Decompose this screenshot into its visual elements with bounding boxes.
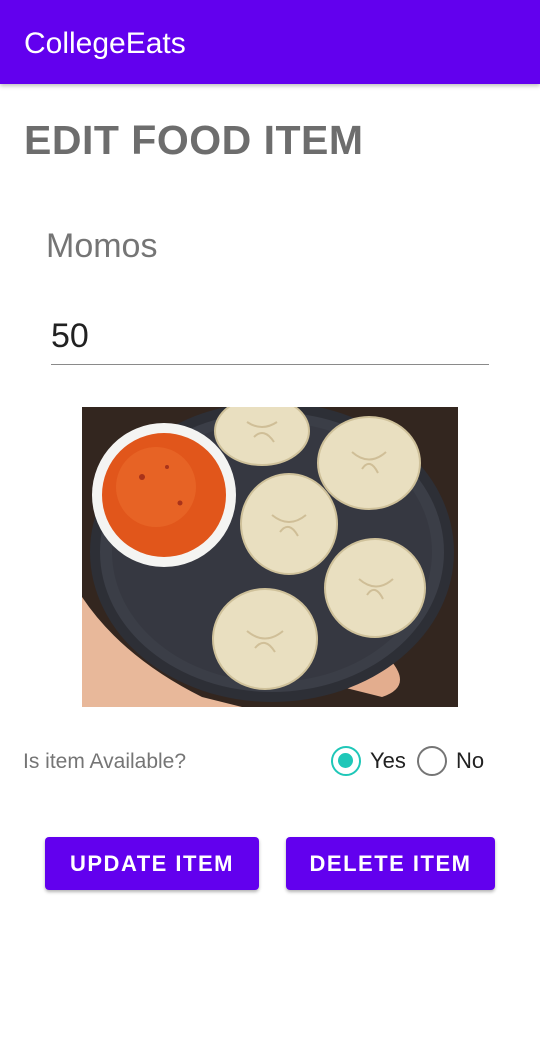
radio-yes-label: Yes bbox=[370, 748, 406, 773]
app-bar: CollegeEats bbox=[0, 0, 540, 84]
delete-item-button[interactable]: DELETE ITEM bbox=[286, 837, 495, 890]
radio-no-label: No bbox=[456, 748, 485, 773]
radio-yes[interactable]: Yes bbox=[331, 746, 406, 776]
radio-checked-icon[interactable] bbox=[331, 746, 361, 776]
radio-unchecked-icon[interactable] bbox=[417, 746, 447, 776]
food-image[interactable] bbox=[82, 407, 458, 707]
update-item-button[interactable]: UPDATE ITEM bbox=[45, 837, 259, 890]
availability-label: Is item Available? bbox=[23, 750, 187, 773]
item-name-field[interactable]: Momos bbox=[46, 226, 157, 266]
page-title: EDIT FOOD ITEM bbox=[24, 117, 364, 163]
app-title: CollegeEats bbox=[24, 27, 186, 60]
price-input[interactable] bbox=[51, 308, 489, 365]
radio-no[interactable]: No bbox=[417, 746, 484, 776]
